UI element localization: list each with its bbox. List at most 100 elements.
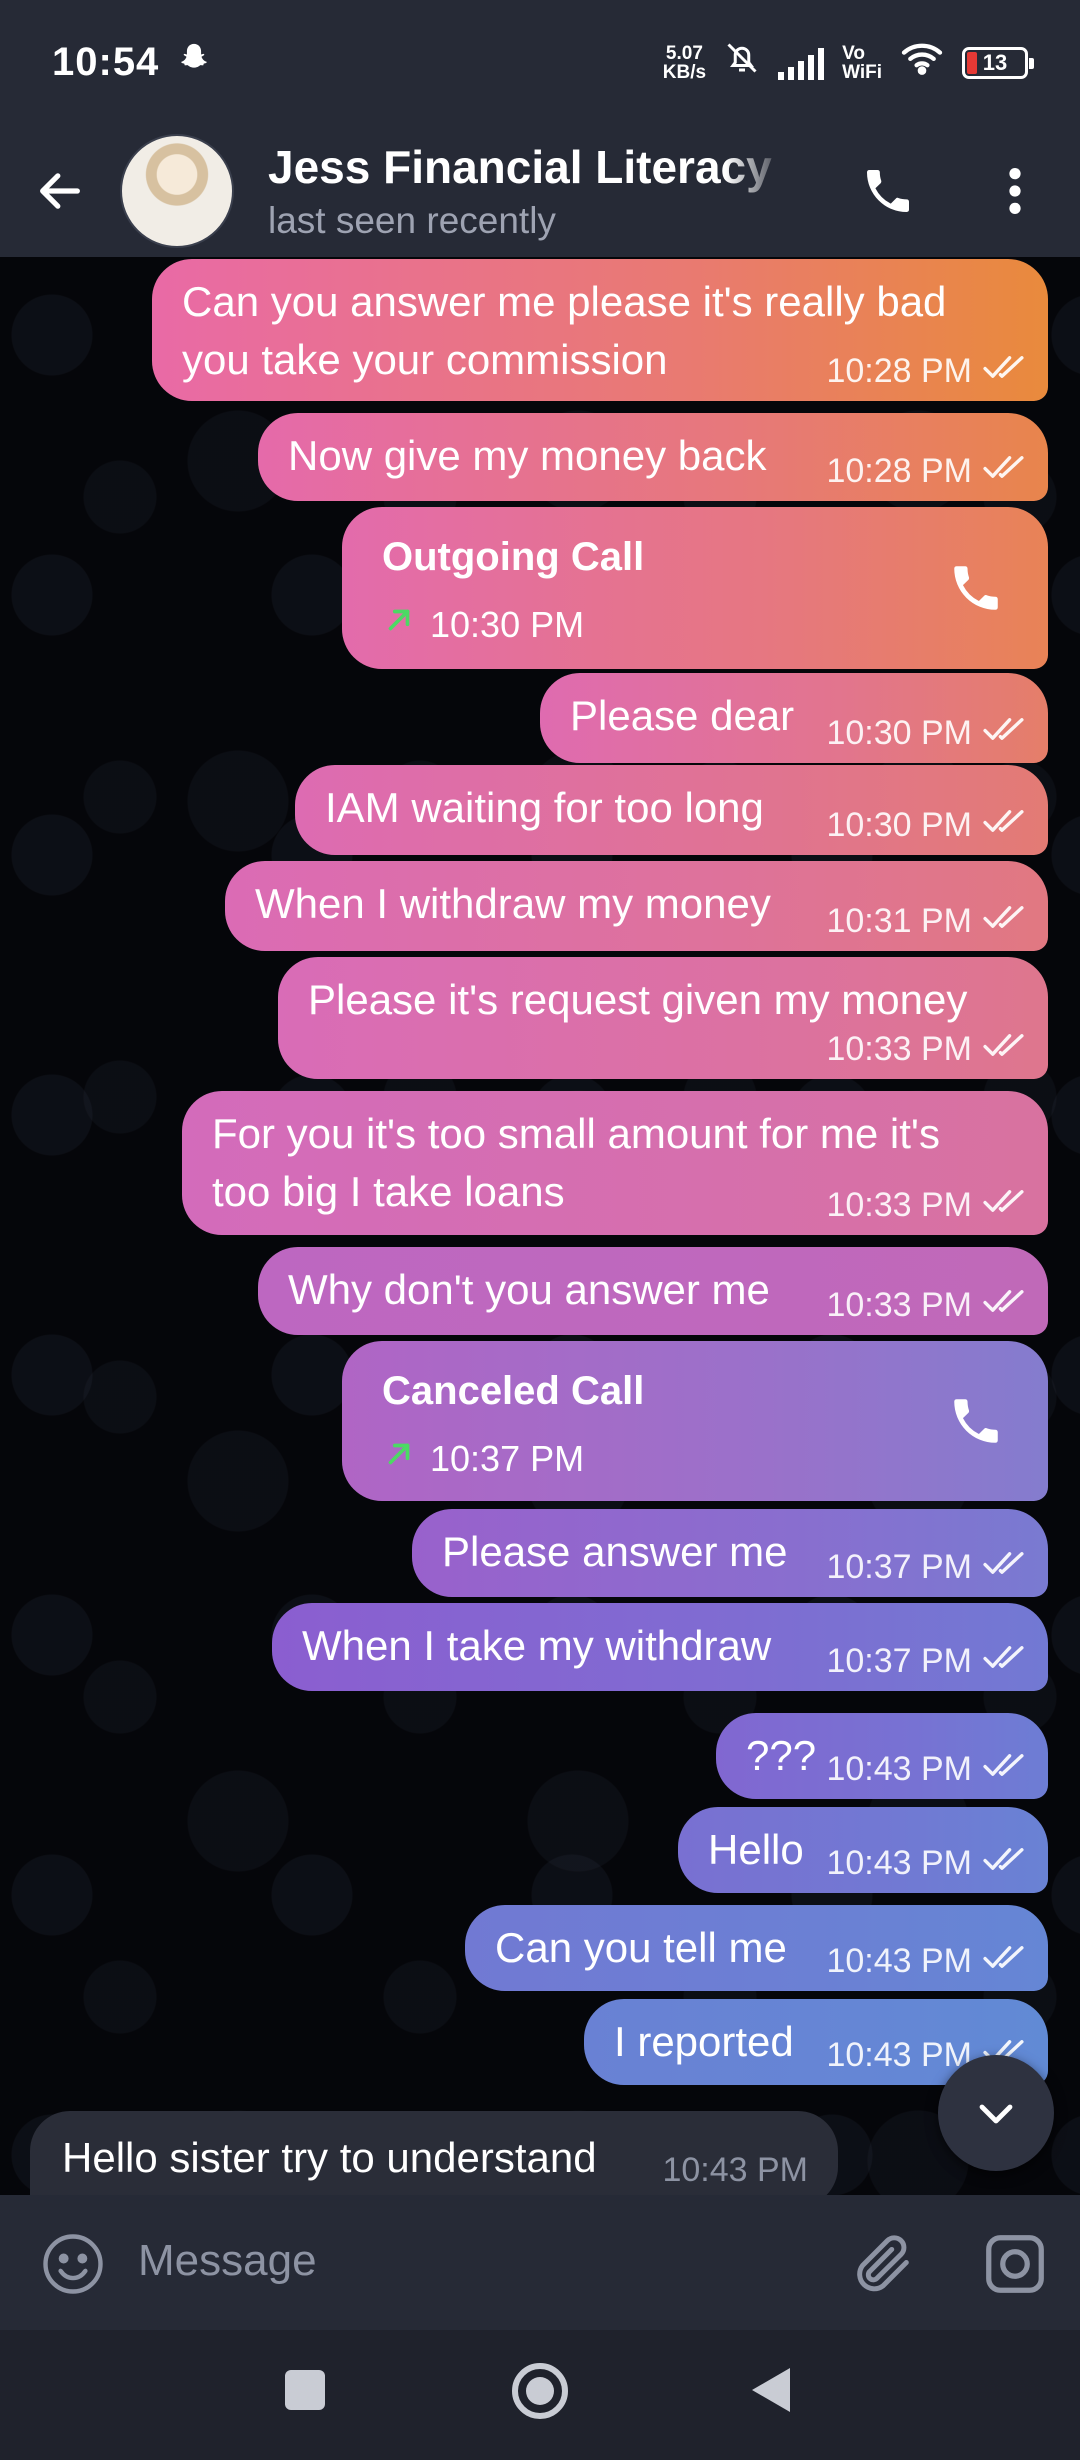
call-back-button[interactable]	[944, 556, 1008, 620]
message-time: 10:37 PM	[826, 1548, 972, 1586]
net-speed: 5.07 KB/s	[663, 44, 706, 82]
message-meta: 10:30 PM	[826, 806, 1028, 845]
message-time: 10:28 PM	[826, 352, 972, 390]
message-text: I reported	[614, 2018, 794, 2065]
vowifi-bottom: WiFi	[842, 61, 882, 83]
attach-icon	[857, 2235, 909, 2292]
incoming-message[interactable]: Hello sister try to understand 10:43 PM	[30, 2111, 838, 2195]
message-time: 10:43 PM	[826, 1750, 972, 1788]
read-checkmarks-icon	[982, 902, 1028, 941]
recents-icon[interactable]	[285, 2370, 325, 2410]
message-time: 10:43 PM	[826, 1942, 972, 1980]
message-meta: 10:31 PM	[826, 902, 1028, 941]
outgoing-message[interactable]: When I take my withdraw 10:37 PM	[272, 1603, 1048, 1691]
message-text: Hello	[708, 1826, 804, 1873]
read-checkmarks-icon	[982, 1642, 1028, 1681]
phone-icon	[867, 170, 909, 212]
call-message[interactable]: Outgoing Call 10:30 PM	[342, 507, 1048, 669]
call-outgoing-arrow-icon	[382, 1437, 416, 1480]
message-meta: 10:43 PM	[826, 1750, 1028, 1789]
scroll-down-button[interactable]	[938, 2055, 1054, 2171]
chat-area[interactable]: Can you answer me please it's really bad…	[0, 257, 1080, 2195]
outgoing-message[interactable]: Why don't you answer me 10:33 PM	[258, 1247, 1048, 1335]
call-info: 10:30 PM	[382, 603, 584, 646]
call-button[interactable]	[852, 155, 924, 227]
message-text: Please it's request given my money	[308, 976, 968, 1023]
outgoing-message[interactable]: When I withdraw my money 10:31 PM	[225, 861, 1048, 951]
message-meta: 10:43 PM	[826, 1942, 1028, 1981]
call-message[interactable]: Canceled Call 10:37 PM	[342, 1341, 1048, 1501]
battery-level: 13	[982, 49, 1008, 75]
call-back-button[interactable]	[944, 1389, 1008, 1453]
call-title: Outgoing Call	[382, 535, 645, 579]
back-button[interactable]	[0, 125, 120, 257]
message-text: IAM waiting for too long	[325, 784, 764, 831]
read-checkmarks-icon	[982, 1844, 1028, 1883]
message-time: 10:37 PM	[826, 1642, 972, 1680]
read-checkmarks-icon	[982, 1186, 1028, 1225]
outgoing-message[interactable]: IAM waiting for too long 10:30 PM	[295, 765, 1048, 855]
net-speed-unit: KB/s	[662, 61, 707, 83]
message-time: 10:43 PM	[826, 2036, 972, 2074]
back-icon[interactable]	[752, 2368, 790, 2412]
avatar[interactable]	[120, 134, 234, 248]
message-text: For you it's too small amount for me it'…	[212, 1110, 940, 1157]
message-meta: 10:30 PM	[826, 714, 1028, 753]
read-checkmarks-icon	[982, 714, 1028, 753]
chevron-down-icon	[979, 2104, 1013, 2124]
bell-muted-icon	[724, 40, 760, 86]
outgoing-message[interactable]: Hello 10:43 PM	[678, 1807, 1048, 1893]
battery-icon: 13	[962, 46, 1034, 79]
call-time: 10:30 PM	[430, 603, 585, 645]
more-button[interactable]	[990, 155, 1040, 227]
attach-button[interactable]	[848, 2229, 918, 2299]
status-bar: 10:54 5.07 KB/s Vo WiFi 13	[0, 0, 1080, 125]
message-time: 10:30 PM	[826, 714, 972, 752]
camera-button[interactable]	[980, 2229, 1050, 2299]
status-icons: 5.07 KB/s Vo WiFi 13	[663, 40, 1034, 86]
signal-icon	[778, 46, 825, 80]
outgoing-message[interactable]: Now give my money back 10:28 PM	[258, 413, 1048, 501]
read-checkmarks-icon	[982, 452, 1028, 491]
chat-title-block[interactable]: Jess Financial Literacy last seen recent…	[268, 140, 788, 242]
outgoing-message[interactable]: Can you answer me please it's really bad…	[152, 259, 1048, 401]
incoming-text: Hello sister try to understand	[62, 2134, 597, 2181]
outgoing-message[interactable]: For you it's too small amount for me it'…	[182, 1091, 1048, 1235]
outgoing-message[interactable]: Please dear 10:30 PM	[540, 673, 1048, 763]
message-meta: 10:33 PM	[826, 1030, 1028, 1069]
read-checkmarks-icon	[982, 1942, 1028, 1981]
message-text: Can you tell me	[495, 1924, 787, 1971]
message-input[interactable]	[138, 2225, 778, 2297]
call-time: 10:37 PM	[430, 1437, 585, 1479]
back-arrow-icon	[40, 173, 80, 209]
camera-icon	[986, 2235, 1044, 2293]
message-meta: 10:33 PM	[826, 1186, 1028, 1225]
message-text: ???	[746, 1732, 817, 1779]
incoming-time: 10:43 PM	[662, 2151, 808, 2189]
vowifi-label: Vo WiFi	[842, 44, 882, 82]
outgoing-message[interactable]: Can you tell me 10:43 PM	[465, 1905, 1048, 1991]
wifi-icon	[900, 40, 944, 86]
emoji-icon	[43, 2234, 103, 2294]
message-text: Why don't you answer me	[288, 1266, 770, 1313]
message-meta: 10:37 PM	[826, 1642, 1028, 1681]
outgoing-message[interactable]: ??? 10:43 PM	[716, 1713, 1048, 1799]
message-text: too big I take loans	[212, 1168, 565, 1215]
call-title: Canceled Call	[382, 1369, 645, 1413]
read-checkmarks-icon	[982, 1750, 1028, 1789]
call-info: 10:37 PM	[382, 1437, 584, 1480]
net-speed-value: 5.07	[665, 42, 703, 64]
outgoing-message[interactable]: Please answer me 10:37 PM	[412, 1509, 1048, 1597]
emoji-button[interactable]	[40, 2231, 106, 2297]
message-time: 10:33 PM	[826, 1030, 972, 1068]
message-meta: 10:43 PM	[826, 1844, 1028, 1883]
message-meta: 10:33 PM	[826, 1286, 1028, 1325]
phone-icon	[954, 566, 998, 610]
chat-subtitle: last seen recently	[268, 200, 556, 241]
home-icon[interactable]	[512, 2363, 568, 2419]
message-time: 10:31 PM	[826, 902, 972, 940]
message-meta: 10:28 PM	[826, 352, 1028, 391]
message-meta: 10:28 PM	[826, 452, 1028, 491]
call-outgoing-arrow-icon	[382, 603, 416, 646]
outgoing-message[interactable]: Please it's request given my money 10:33 …	[278, 957, 1048, 1079]
